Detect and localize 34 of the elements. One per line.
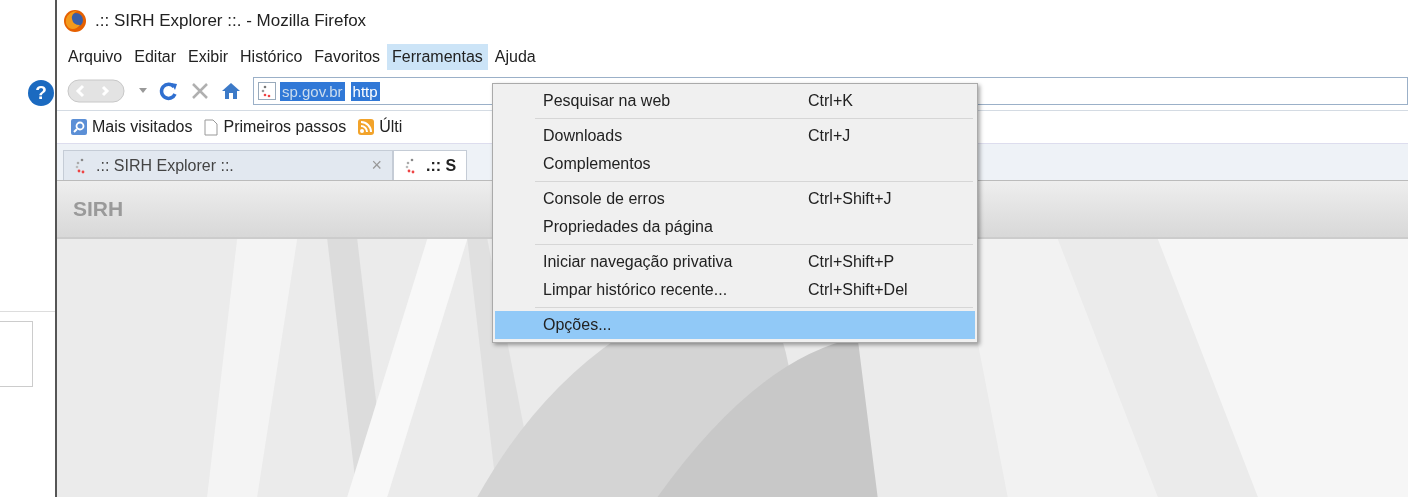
bookmark-item[interactable]: Mais visitados [71,118,193,136]
menu-bar-item[interactable]: Exibir [183,44,234,70]
menu-bar-item[interactable]: Arquivo [63,44,128,70]
window-title: .:: SIRH Explorer ::. - Mozilla Firefox [95,11,367,31]
menu-bar-item[interactable]: Histórico [235,44,308,70]
feed-icon [358,119,375,135]
page-icon [204,118,219,136]
menu-item[interactable]: Limpar histórico recente... Ctrl+Shift+Del [495,276,975,304]
site-icon [258,82,276,100]
menu-item[interactable]: Propriedades da página [495,213,975,241]
search-icon [71,119,87,135]
browser-logo-icon [63,9,87,33]
close-icon[interactable] [191,82,209,100]
dropdown-arrow-icon[interactable] [139,88,147,94]
bookmark-item[interactable]: Últi [358,118,403,136]
menu-item[interactable]: Complementos [495,150,975,178]
home-icon[interactable] [221,82,241,100]
menu-bar-item[interactable]: Favoritos [309,44,386,70]
back-forward-button[interactable] [67,78,127,104]
menu-bar-item[interactable]: Editar [129,44,182,70]
browser-tab[interactable]: .:: SIRH Explorer ::. × [63,150,393,180]
menu-item[interactable]: Downloads Ctrl+J [495,122,975,150]
panel-box [0,321,33,387]
page-heading: SIRH [73,197,124,221]
browser-tab[interactable]: .:: S [393,150,468,180]
menu-bar-item[interactable]: Ferramentas [387,44,488,70]
reload-icon[interactable] [159,81,179,101]
bookmark-item[interactable]: Primeiros passos [204,118,347,136]
help-icon[interactable]: ? [28,80,54,106]
menu-item[interactable]: Opções... [495,311,975,339]
menu-item[interactable]: Iniciar navegação privativa Ctrl+Shift+P [495,248,975,276]
menu-item[interactable]: Pesquisar na web Ctrl+K [495,87,975,115]
menu-item[interactable]: Console de erros Ctrl+Shift+J [495,185,975,213]
menu-bar-item[interactable]: Ajuda [489,44,541,70]
